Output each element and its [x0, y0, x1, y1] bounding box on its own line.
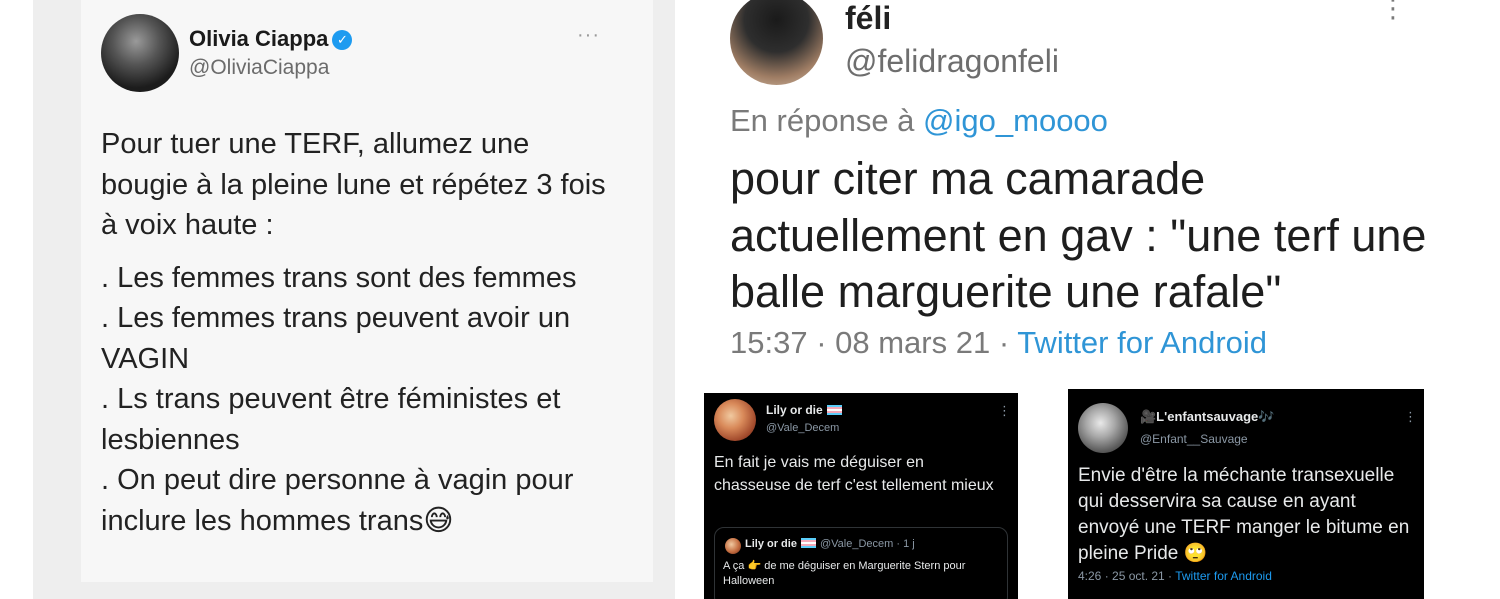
tweet-lily-card: Lily or die @Vale_Decem ⋮ En fait je vai… — [704, 393, 1018, 599]
display-name-enfant[interactable]: 🎥L'enfantsauvage🎶 — [1140, 409, 1274, 425]
quoted-handle-time: @Vale_Decem · 1 j — [819, 538, 915, 550]
tweet-olivia-text: Pour tuer une TERF, allumez une bougie à… — [101, 124, 621, 541]
more-options-icon[interactable]: ··· — [577, 24, 600, 47]
tweet-lily-text: En fait je vais me déguiser en chasseuse… — [714, 454, 994, 494]
handle-olivia[interactable]: @OliviaCiappa — [189, 56, 329, 80]
avatar-enfant[interactable] — [1078, 403, 1128, 453]
display-name-olivia[interactable]: Olivia Ciappa ✓ — [189, 26, 353, 52]
avatar-quoted — [725, 538, 741, 554]
more-options-icon[interactable]: ⋮ — [1380, 0, 1406, 21]
handle-lily[interactable]: @Vale_Decem — [766, 422, 839, 434]
avatar-olivia[interactable] — [101, 14, 179, 92]
more-options-icon[interactable]: ⋮ — [998, 403, 1011, 419]
tweet-olivia-point: . On peut dire personne à vagin pour inc… — [101, 464, 574, 537]
tweet-olivia-point: . Les femmes trans sont des femmes — [101, 261, 577, 294]
quoted-author: Lily or die @Vale_Decem · 1 j — [745, 538, 915, 550]
trans-flag-icon — [800, 538, 816, 548]
tweet-olivia-point: . Ls trans peuvent être féministes et le… — [101, 383, 561, 456]
tweet-enfant-card: 🎥L'enfantsauvage🎶 @Enfant__Sauvage ⋮ Env… — [1068, 389, 1424, 599]
source-link[interactable]: Twitter for Android — [1017, 325, 1267, 360]
avatar-lily[interactable] — [714, 399, 756, 441]
timestamp[interactable]: 15:37 · 08 mars 21 · — [730, 325, 1009, 360]
avatar-feli[interactable] — [730, 0, 823, 85]
source-link[interactable]: Twitter for Android — [1175, 569, 1272, 583]
more-options-icon[interactable]: ⋮ — [1404, 409, 1417, 425]
tweet-feli-meta: 15:37 · 08 mars 21 · Twitter for Android — [730, 325, 1267, 361]
display-name-feli[interactable]: féli — [845, 0, 891, 37]
reply-context: En réponse à @igo_moooo — [730, 103, 1108, 139]
tweet-enfant-meta: 4:26 · 25 oct. 21 · Twitter for Android — [1078, 569, 1272, 583]
handle-feli[interactable]: @felidragonfeli — [845, 43, 1059, 80]
quoted-text: A ça 👉 de me déguiser en Marguerite Ster… — [723, 560, 966, 587]
tweet-feli-text: pour citer ma camarade actuellement en g… — [730, 153, 1427, 317]
verified-badge-icon: ✓ — [332, 30, 353, 50]
reply-mention-link[interactable]: @igo_moooo — [923, 103, 1108, 138]
handle-enfant[interactable]: @Enfant__Sauvage — [1140, 432, 1248, 446]
tweet-olivia-intro: Pour tuer une TERF, allumez une bougie à… — [101, 128, 606, 241]
quoted-tweet[interactable]: Lily or die @Vale_Decem · 1 j A ça 👉 de m… — [714, 527, 1008, 599]
reply-prefix: En réponse à — [730, 103, 915, 138]
trans-flag-icon — [826, 405, 842, 415]
tweet-enfant-text: Envie d'être la méchante transexuelle qu… — [1078, 465, 1410, 564]
tweet-olivia-point: . Les femmes trans peuvent avoir un VAGI… — [101, 302, 571, 375]
timestamp[interactable]: 4:26 · 25 oct. 21 · — [1078, 569, 1172, 583]
display-name-lily[interactable]: Lily or die — [766, 403, 842, 417]
